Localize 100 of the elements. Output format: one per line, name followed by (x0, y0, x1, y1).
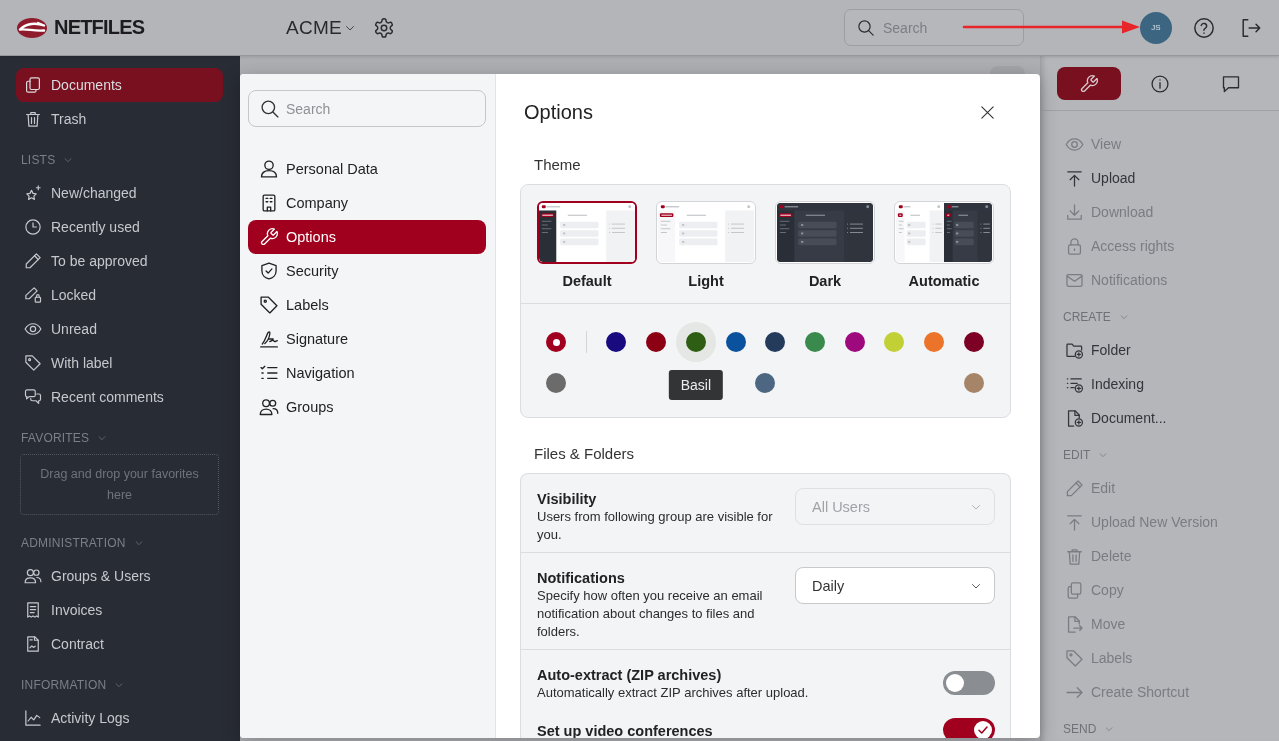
receipt-icon (24, 601, 42, 619)
theme-option[interactable]: Dark (775, 201, 875, 290)
pages-icon (24, 76, 42, 94)
theme-option[interactable]: Light (656, 201, 756, 290)
sidebar-item[interactable]: Contract (16, 627, 223, 661)
chevron-down-icon (114, 680, 125, 690)
pencil-icon (24, 252, 42, 270)
theme-option[interactable]: Default (537, 201, 637, 290)
color-swatch[interactable] (606, 332, 627, 352)
logo-icon (17, 17, 47, 38)
person-icon (259, 159, 279, 179)
chevron-down-icon (133, 538, 144, 548)
setting-description: Automatically extract ZIP archives after upload. (537, 684, 810, 702)
pencil-lock-icon (24, 286, 42, 304)
setting-title: Auto-extract (ZIP archives) (537, 666, 723, 684)
color-swatch[interactable] (646, 332, 667, 352)
sidebar-item[interactable]: Invoices (16, 593, 223, 627)
toggle-switch[interactable] (943, 718, 995, 738)
color-swatch[interactable] (924, 332, 945, 352)
wrench-icon (259, 227, 279, 247)
people-icon (259, 397, 279, 417)
info-icon (1150, 73, 1170, 94)
sidebar-item[interactable]: Recently used (16, 210, 223, 244)
setting-description: Users from following group are visible for you. (537, 508, 774, 544)
color-swatch[interactable] (844, 332, 865, 352)
sidebar-item[interactable]: Documents (16, 68, 223, 102)
lock-icon (1065, 236, 1084, 256)
copy-icon (1065, 580, 1084, 600)
action-item[interactable]: Indexing (1057, 367, 1263, 401)
document-plus-icon (1065, 408, 1084, 428)
trash-icon (24, 110, 42, 128)
download-icon (1065, 202, 1084, 222)
eye-icon (24, 320, 42, 338)
color-swatch[interactable] (725, 332, 746, 352)
settings-nav-item[interactable]: Signature (248, 322, 486, 356)
settings-nav-item[interactable]: Labels (248, 288, 486, 322)
settings-nav-item[interactable]: Groups (248, 390, 486, 424)
sidebar-item[interactable]: With label (16, 346, 223, 380)
chevron-down-icon (97, 433, 108, 443)
action-item[interactable]: Document... (1057, 401, 1263, 435)
setting-title: Visibility (537, 490, 598, 508)
tag-icon (1065, 648, 1084, 668)
document-icon (24, 635, 42, 653)
setting-title: Notifications (537, 569, 626, 587)
chevron-down-icon (1104, 724, 1115, 734)
color-swatch[interactable] (546, 332, 566, 352)
color-swatch[interactable] (805, 332, 826, 352)
check-icon (977, 724, 989, 736)
wrench-icon (1079, 73, 1099, 94)
color-swatch[interactable] (884, 332, 905, 352)
toggle-switch[interactable] (943, 671, 995, 695)
chevron-down-icon (1098, 450, 1109, 460)
settings-icon[interactable] (373, 16, 396, 39)
color-swatch[interactable] (546, 373, 566, 393)
close-icon[interactable] (979, 103, 996, 121)
dropdown[interactable]: Daily (795, 567, 995, 604)
action-item[interactable]: Folder (1057, 333, 1263, 367)
help-icon[interactable] (1193, 16, 1215, 39)
sidebar-item[interactable]: Activity Logs (16, 701, 223, 735)
chevron-down-icon (1118, 312, 1129, 322)
action-item[interactable]: Upload (1057, 161, 1263, 195)
search-icon (857, 18, 875, 37)
settings-nav-item[interactable]: Company (248, 186, 486, 220)
shield-check-icon (259, 261, 279, 281)
sidebar-item[interactable]: New/changed (16, 176, 223, 210)
dialog-title: Options (524, 100, 593, 124)
pencil-icon (1065, 478, 1084, 498)
tag-icon (24, 354, 42, 372)
trash-icon (1065, 546, 1084, 566)
settings-nav-item[interactable]: Personal Data (248, 152, 486, 186)
sidebar-item[interactable]: Recent comments (16, 380, 223, 414)
people-icon (24, 567, 42, 585)
logout-icon[interactable] (1240, 16, 1262, 39)
panel-tab[interactable] (1057, 67, 1121, 100)
settings-nav-item[interactable]: Security (248, 254, 486, 288)
signature-icon (259, 329, 279, 349)
sidebar-item[interactable]: Trash (16, 102, 223, 136)
color-swatch[interactable] (964, 373, 984, 393)
color-swatch[interactable] (755, 373, 775, 393)
sidebar-item[interactable]: Groups & Users (16, 559, 223, 593)
line-chart-icon (24, 709, 42, 727)
section-title: Files & Folders (533, 446, 636, 462)
search-icon (260, 98, 280, 119)
section-header[interactable]: INFORMATION (21, 677, 125, 693)
settings-nav-item[interactable]: Navigation (248, 356, 486, 390)
settings-nav-item[interactable]: Options (248, 220, 486, 254)
sidebar-item[interactable]: Unread (16, 312, 223, 346)
setting-description: Specify how often you receive an email notification about changes to files and folders. (537, 587, 764, 641)
sidebar-item[interactable]: To be approved (16, 244, 223, 278)
theme-option[interactable]: Automatic (894, 201, 994, 290)
sparkle-star-icon (24, 184, 42, 202)
upload-icon (1065, 168, 1084, 188)
color-swatch[interactable] (963, 332, 984, 352)
section-title: Theme (533, 157, 582, 173)
sidebar-item[interactable]: Locked (16, 278, 223, 312)
organization-switcher[interactable]: ACME (286, 16, 357, 39)
user-avatar[interactable]: JS (1140, 11, 1172, 44)
logo-text: NETFILES (54, 16, 145, 39)
color-swatch[interactable] (765, 332, 786, 352)
tag-icon (259, 295, 279, 315)
